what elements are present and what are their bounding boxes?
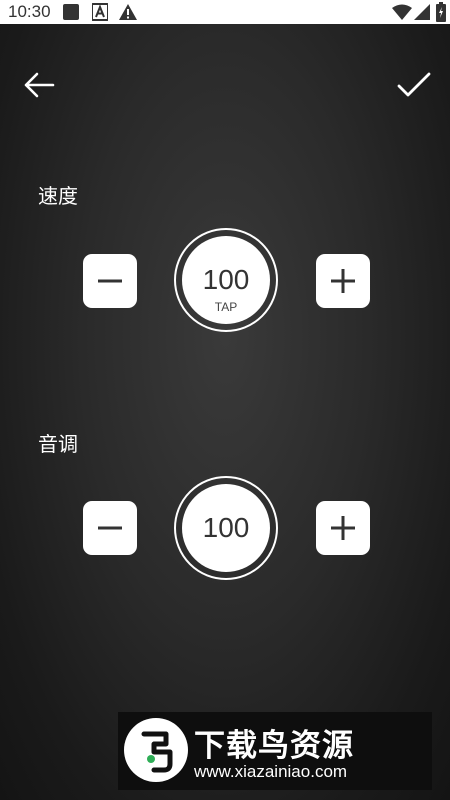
battery-charging-icon [436,2,446,27]
text-a-notification-icon [91,3,109,26]
watermark-banner: 下载鸟资源 www.xiazainiao.com [118,712,432,790]
pitch-value: 100 [202,512,250,543]
speed-value: 100 [202,264,250,295]
app-bar [0,60,450,108]
speed-tap-dial[interactable]: 100 TAP [174,228,278,332]
speed-decrease-button[interactable] [83,254,137,308]
pitch-dial[interactable]: 100 [174,476,278,580]
square-notification-icon [62,3,80,26]
speed-dial-face: 100 TAP [182,236,270,324]
wifi-icon [392,4,412,25]
pitch-decrease-button[interactable] [83,501,137,555]
watermark-title: 下载鸟资源 [194,728,354,764]
pitch-dial-face: 100 [182,484,270,572]
status-time: 10:30 [8,2,51,21]
status-bar: 10:30 [0,0,450,24]
cellular-signal-icon [414,4,430,25]
arrow-left-icon [22,72,56,106]
warning-icon [118,3,138,26]
pitch-label: 音调 [38,432,78,456]
check-icon [396,72,432,106]
watermark-url: www.xiazainiao.com [194,762,348,781]
speed-increase-button[interactable] [316,254,370,308]
back-button[interactable] [22,68,56,102]
speed-label: 速度 [38,184,78,208]
pitch-increase-button[interactable] [316,501,370,555]
confirm-button[interactable] [396,68,432,102]
bird-logo-icon [124,718,188,782]
tap-label: TAP [214,300,238,314]
